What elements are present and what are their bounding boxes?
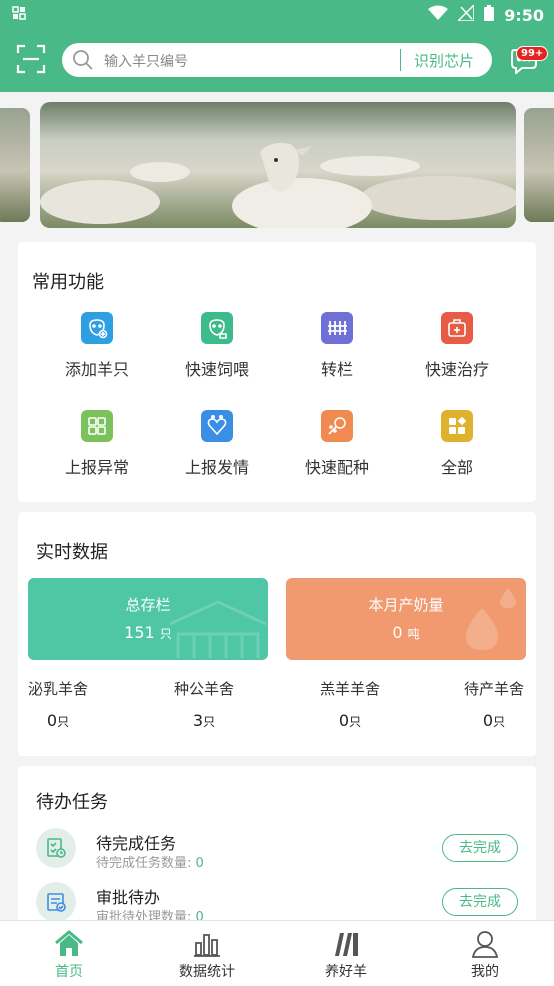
search-bar[interactable]: 输入羊只编号 识别芯片 <box>62 43 492 77</box>
function-label: 转栏 <box>320 360 353 379</box>
top-header: 输入羊只编号 识别芯片 99+ <box>0 30 554 92</box>
quick-breeding-button[interactable]: 快速配种 <box>277 410 397 478</box>
notification-icon <box>12 6 26 24</box>
heart-icon <box>201 410 233 442</box>
books-icon <box>296 929 396 959</box>
sheep-feed-icon <box>201 312 233 344</box>
sheep-photo <box>40 143 516 228</box>
total-stock-box[interactable]: 总存栏 151 只 <box>28 578 268 660</box>
common-functions-card: 常用功能 添加羊只 快速饲喂 转栏 快速治疗 上报异常 上报发情 快速配种 全部 <box>18 242 536 502</box>
milk-drop-icon <box>466 588 516 650</box>
home-icon <box>19 929 119 959</box>
search-divider <box>400 49 401 71</box>
medical-kit-icon <box>441 312 473 344</box>
common-functions-title: 常用功能 <box>32 272 104 293</box>
todo-card: 待办任务 待完成任务 待完成任务数量: 0 去完成 审批待办 审批待处理数量: … <box>18 766 536 926</box>
function-label: 添加羊只 <box>64 360 129 379</box>
tab-label: 我的 <box>471 964 499 980</box>
pen-name: 羔羊羊舍 <box>319 680 380 698</box>
function-label: 快速治疗 <box>424 360 489 379</box>
pen-unit: 只 <box>57 715 70 729</box>
monthly-milk-box[interactable]: 本月产奶量 0 吨 <box>286 578 526 660</box>
approval-icon <box>36 882 76 922</box>
todo-title: 待办任务 <box>36 792 108 813</box>
scan-icon[interactable] <box>16 44 46 74</box>
pen-stat-breeding-ram[interactable]: 种公羊舍 3只 <box>164 678 244 730</box>
clock-time: 9:50 <box>504 5 544 25</box>
function-label: 快速配种 <box>304 458 369 477</box>
task-sub-label: 待完成任务数量: <box>96 856 192 871</box>
tab-label: 数据统计 <box>179 964 235 980</box>
pen-name: 种公羊舍 <box>173 680 234 698</box>
quick-treatment-button[interactable]: 快速治疗 <box>397 312 517 380</box>
realtime-data-card: 实时数据 总存栏 151 只 本月产奶量 0 吨 泌乳羊舍 0只 种公羊舍 3只… <box>18 512 536 756</box>
function-label: 上报发情 <box>184 458 249 477</box>
status-bar: 9:50 <box>0 0 554 30</box>
all-functions-button[interactable]: 全部 <box>397 410 517 478</box>
task-count: 0 <box>195 856 204 871</box>
tab-statistics[interactable]: 数据统计 <box>157 929 257 981</box>
banner-image[interactable] <box>40 102 516 228</box>
pen-name: 泌乳羊舍 <box>27 680 88 698</box>
pen-count: 0 <box>46 711 58 730</box>
pen-stat-lactating[interactable]: 泌乳羊舍 0只 <box>18 678 98 730</box>
realtime-data-title: 实时数据 <box>36 542 108 563</box>
pen-unit: 只 <box>349 715 362 729</box>
tab-raise-sheep[interactable]: 养好羊 <box>296 929 396 981</box>
user-icon <box>435 929 535 959</box>
quick-feed-button[interactable]: 快速饲喂 <box>157 312 277 380</box>
function-label: 全部 <box>440 458 473 477</box>
task-subtitle: 待完成任务数量: 0 <box>96 852 204 871</box>
monthly-milk-value: 0 <box>392 623 403 642</box>
message-badge: 99+ <box>516 46 549 61</box>
go-complete-button[interactable]: 去完成 <box>442 888 518 916</box>
breeding-icon <box>321 410 353 442</box>
go-complete-button[interactable]: 去完成 <box>442 834 518 862</box>
checklist-icon <box>36 828 76 868</box>
wifi-icon <box>428 5 449 25</box>
function-label: 上报异常 <box>64 458 129 477</box>
fence-icon <box>321 312 353 344</box>
add-sheep-button[interactable]: 添加羊只 <box>37 312 157 380</box>
transfer-pen-button[interactable]: 转栏 <box>277 312 397 380</box>
report-abnormal-button[interactable]: 上报异常 <box>37 410 157 478</box>
search-icon <box>72 49 94 75</box>
signal-icon <box>456 3 475 25</box>
banner-next-image[interactable] <box>524 108 554 222</box>
banner-prev-image[interactable] <box>0 108 30 222</box>
barn-icon <box>169 600 267 658</box>
pen-stat-lamb[interactable]: 羔羊羊舍 0只 <box>310 678 390 730</box>
monthly-milk-unit: 吨 <box>407 627 420 641</box>
pen-unit: 只 <box>203 715 216 729</box>
pen-count: 0 <box>338 711 350 730</box>
tab-label: 首页 <box>55 964 83 980</box>
sheep-add-icon <box>81 312 113 344</box>
report-estrus-button[interactable]: 上报发情 <box>157 410 277 478</box>
tab-mine[interactable]: 我的 <box>435 929 535 981</box>
bottom-tab-bar: 首页 数据统计 养好羊 我的 <box>0 920 554 986</box>
tab-home[interactable]: 首页 <box>19 929 119 981</box>
task-row-pending[interactable]: 待完成任务 待完成任务数量: 0 去完成 <box>36 828 518 874</box>
pen-unit: 只 <box>493 715 506 729</box>
total-stock-value: 151 <box>124 623 155 642</box>
report-icon <box>81 410 113 442</box>
search-input[interactable]: 输入羊只编号 <box>104 51 188 71</box>
all-apps-icon <box>441 410 473 442</box>
pen-count: 3 <box>192 711 204 730</box>
battery-icon <box>484 5 495 25</box>
task-title: 审批待办 <box>96 888 161 907</box>
function-label: 快速饲喂 <box>184 360 249 379</box>
bar-chart-icon <box>157 929 257 959</box>
pen-stat-prepartum[interactable]: 待产羊舍 0只 <box>454 678 534 730</box>
identify-chip-button[interactable]: 识别芯片 <box>414 50 474 71</box>
tab-label: 养好羊 <box>325 964 367 980</box>
task-title: 待完成任务 <box>96 834 177 853</box>
pen-count: 0 <box>482 711 494 730</box>
pen-name: 待产羊舍 <box>463 680 524 698</box>
